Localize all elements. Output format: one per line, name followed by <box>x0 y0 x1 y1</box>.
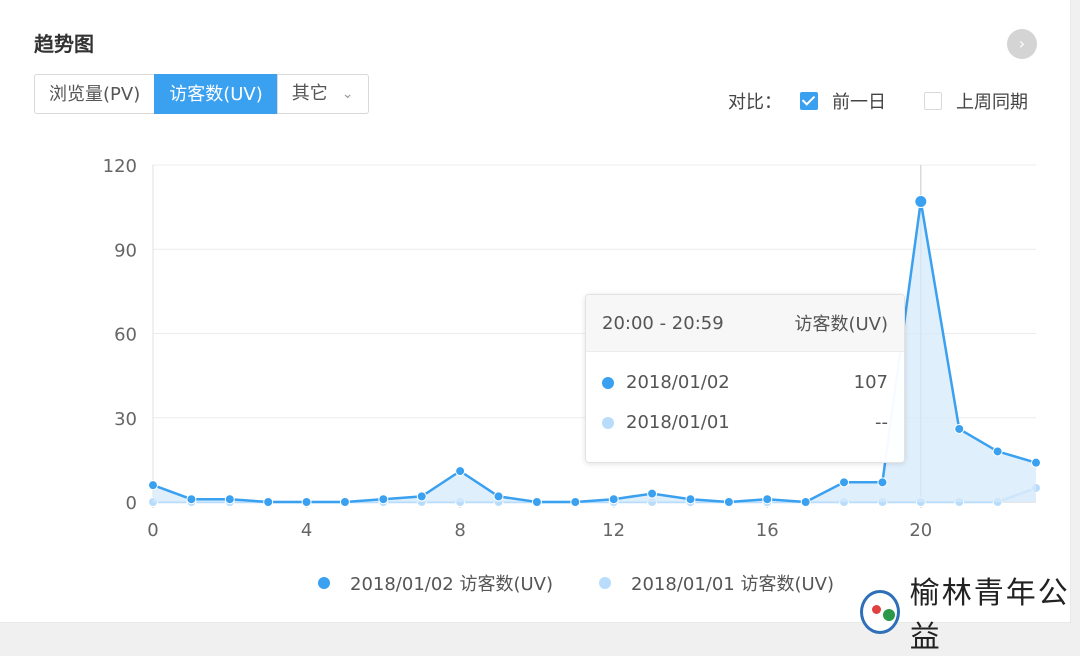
logo-seal-icon <box>860 590 900 634</box>
legend-label: 2018/01/02 访客数(UV) <box>350 574 554 595</box>
series-1-point <box>647 488 658 499</box>
tooltip-row-value: 107 <box>853 371 888 393</box>
series-1-point <box>224 494 235 505</box>
series-1-point <box>800 497 811 507</box>
tooltip-row: 2018/01/02 107 <box>586 362 904 402</box>
legend-dot-icon <box>318 577 330 589</box>
series-1-point <box>877 477 888 488</box>
y-tick-label: 120 <box>103 156 137 177</box>
tooltip-row-label: 2018/01/02 <box>626 371 730 393</box>
series-1-point <box>339 497 350 507</box>
series-1-point <box>1031 457 1041 468</box>
chart-tooltip: 20:00 - 20:59 访客数(UV) 2018/01/02 107 201… <box>585 294 905 463</box>
y-tick-label: 90 <box>114 240 137 261</box>
legend-dot-icon <box>599 577 612 589</box>
chart-legend: 2018/01/02 访客数(UV) 2018/01/01 访客数(UV) <box>318 570 880 596</box>
tooltip-row: 2018/01/01 -- <box>586 402 904 442</box>
watermark-text: 榆林青年公益 <box>909 576 1070 655</box>
tooltip-time-range: 20:00 - 20:59 <box>602 312 724 334</box>
x-tick-label: 12 <box>602 520 625 541</box>
series-1-point <box>416 491 427 502</box>
y-tick-label: 30 <box>114 409 137 430</box>
series-1-point <box>263 497 274 507</box>
y-tick-label: 0 <box>126 493 137 514</box>
watermark: 榆林青年公益 <box>860 568 1080 656</box>
series-1-point <box>723 497 734 507</box>
series-1-point <box>570 497 581 507</box>
series-1-point <box>531 497 542 507</box>
series-dot-icon <box>602 416 614 429</box>
series-1-point <box>914 195 928 209</box>
series-1-point <box>762 494 773 505</box>
tooltip-header: 20:00 - 20:59 访客数(UV) <box>586 295 904 352</box>
tooltip-row-value: -- <box>875 411 888 433</box>
series-1-point <box>455 466 466 477</box>
legend-item-series-1[interactable]: 2018/01/02 访客数(UV) <box>318 570 553 596</box>
series-1-point <box>992 446 1003 457</box>
series-dot-icon <box>602 376 614 389</box>
legend-item-series-2[interactable]: 2018/01/01 访客数(UV) <box>599 570 834 596</box>
trend-line-chart[interactable]: 0 30 60 90 120 0 4 8 12 16 20 <box>0 0 1070 560</box>
x-tick-label: 4 <box>301 520 312 541</box>
x-tick-label: 20 <box>909 520 932 541</box>
series-1-point <box>608 494 619 505</box>
x-tick-label: 8 <box>454 520 465 541</box>
series-1-point <box>301 497 312 507</box>
legend-label: 2018/01/01 访客数(UV) <box>631 574 835 595</box>
tooltip-row-label: 2018/01/01 <box>626 411 730 433</box>
tooltip-metric: 访客数(UV) <box>794 314 888 335</box>
series-1-point <box>186 494 197 505</box>
x-tick-label: 16 <box>756 520 779 541</box>
trend-card: 趋势图 › 浏览量(PV) 访客数(UV) 其它 ⌄ 对比： 前一日 上周同期 … <box>0 0 1071 623</box>
y-tick-label: 60 <box>114 325 137 346</box>
series-1-point <box>954 423 965 434</box>
series-1-point <box>493 491 504 502</box>
x-tick-label: 0 <box>147 520 158 541</box>
series-1-point <box>839 477 850 488</box>
series-1-point <box>148 480 158 491</box>
series-1-point <box>378 494 389 505</box>
series-1-point <box>685 494 696 505</box>
